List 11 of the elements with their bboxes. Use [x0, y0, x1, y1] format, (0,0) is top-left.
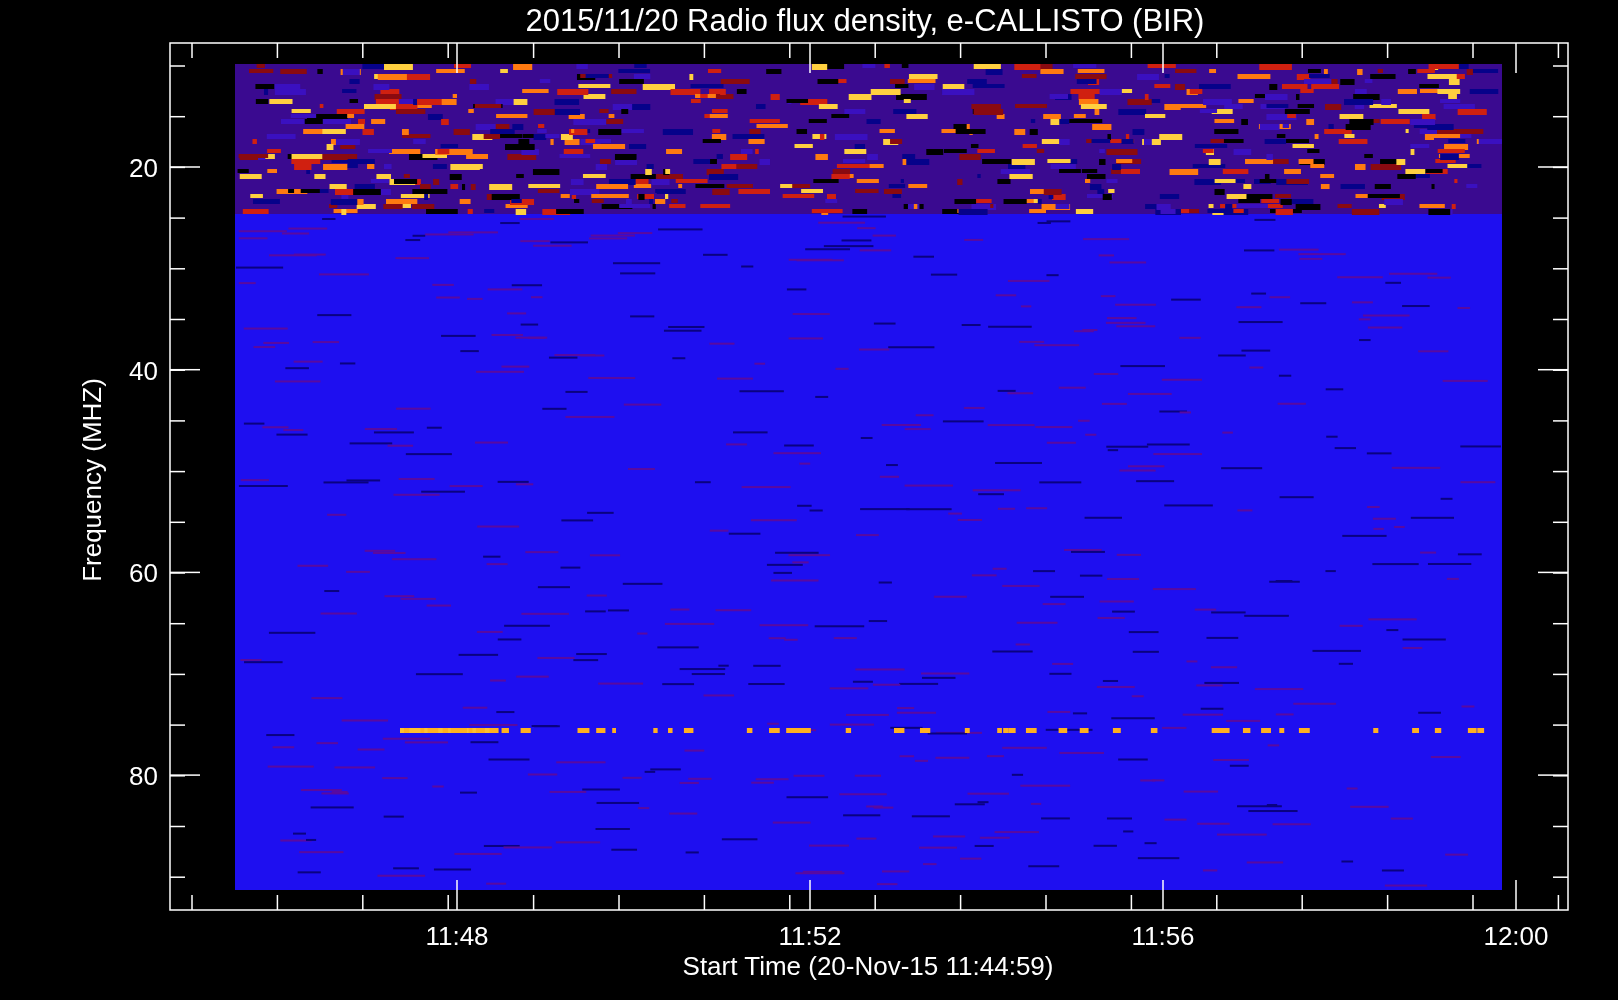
x-axis-label: Start Time (20-Nov-15 11:44:59): [682, 951, 1054, 981]
x-tick-label: 11:56: [1131, 921, 1195, 951]
y-tick-label: 80: [129, 761, 158, 792]
y-tick-label: 60: [129, 558, 158, 589]
x-tick-label: 12:00: [1483, 921, 1549, 951]
x-tick-label: 11:48: [425, 921, 489, 951]
chart-title: 2015/11/20 Radio flux density, e-CALLISTO (BIR): [525, 3, 1205, 38]
y-axis-label: Frequency (MHZ): [77, 378, 107, 582]
y-tick-label: 20: [129, 153, 158, 183]
y-tick-label: 40: [129, 355, 158, 386]
x-tick-label: 11:52: [778, 921, 842, 951]
